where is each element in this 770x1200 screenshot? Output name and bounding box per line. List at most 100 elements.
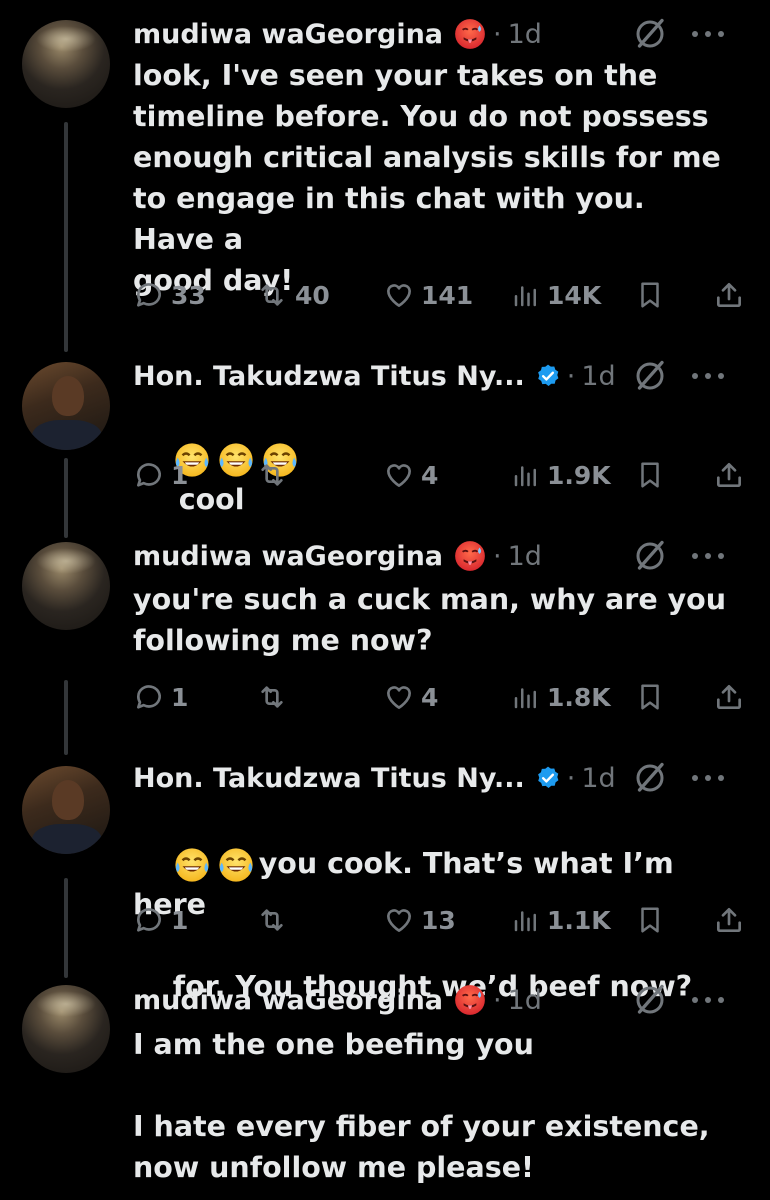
share-icon <box>713 459 745 491</box>
repost-icon <box>255 681 289 713</box>
laughing-emoji-icon <box>217 846 255 884</box>
heart-icon <box>383 459 415 491</box>
views-button[interactable]: 1.1K <box>511 900 611 940</box>
repost-icon <box>255 279 289 311</box>
more-options-icon[interactable] <box>690 29 726 39</box>
bookmark-button[interactable] <box>635 275 671 315</box>
grok-icon[interactable] <box>632 16 668 52</box>
action-bar: 33 40 141 14K <box>133 275 753 315</box>
like-count: 4 <box>421 460 439 490</box>
author-name[interactable]: Hon. Takudzwa Titus Ny... <box>133 763 525 794</box>
heart-icon <box>383 681 415 713</box>
timestamp[interactable]: 1d <box>508 985 542 1016</box>
avatar[interactable] <box>22 985 110 1073</box>
separator-dot: · <box>493 540 502 572</box>
tweet[interactable]: Hon. Takudzwa Titus Ny... · 1d cool 1 4 … <box>0 350 770 530</box>
avatar[interactable] <box>22 766 110 854</box>
grok-icon[interactable] <box>632 538 668 574</box>
bookmark-icon <box>635 904 665 936</box>
reply-count: 1 <box>171 682 189 712</box>
separator-dot: · <box>493 18 502 50</box>
like-button[interactable]: 4 <box>383 677 438 717</box>
author-name[interactable]: mudiwa waGeorgina <box>133 19 443 50</box>
more-options-icon[interactable] <box>690 995 726 1005</box>
reply-icon <box>133 904 165 936</box>
bookmark-button[interactable] <box>635 677 671 717</box>
timestamp[interactable]: 1d <box>508 19 542 50</box>
tweet-text: look, I've seen your takes on the timeli… <box>133 59 721 297</box>
reply-button[interactable]: 1 <box>133 455 188 495</box>
reply-icon <box>133 279 165 311</box>
hot-face-emoji-icon <box>453 539 487 573</box>
avatar[interactable] <box>22 362 110 450</box>
tweet-header: mudiwa waGeorgina · 1d <box>133 980 750 1020</box>
view-count: 1.1K <box>547 905 611 935</box>
reply-count: 1 <box>171 905 189 935</box>
repost-button[interactable] <box>255 900 295 940</box>
bookmark-button[interactable] <box>635 900 671 940</box>
share-icon <box>713 681 745 713</box>
repost-button[interactable] <box>255 677 295 717</box>
tweet[interactable]: mudiwa waGeorgina · 1d I am the one beef… <box>0 970 770 1200</box>
author-name[interactable]: Hon. Takudzwa Titus Ny... <box>133 361 525 392</box>
separator-dot: · <box>493 984 502 1016</box>
tweet-header: Hon. Takudzwa Titus Ny... · 1d <box>133 758 750 798</box>
grok-icon[interactable] <box>632 760 668 796</box>
share-button[interactable] <box>713 275 751 315</box>
like-button[interactable]: 4 <box>383 455 438 495</box>
views-icon <box>511 459 541 491</box>
share-icon <box>713 279 745 311</box>
more-options-icon[interactable] <box>690 371 726 381</box>
laughing-emoji-group <box>173 846 255 884</box>
repost-button[interactable] <box>255 455 295 495</box>
bookmark-button[interactable] <box>635 455 671 495</box>
heart-icon <box>383 279 415 311</box>
hot-face-emoji-icon <box>453 17 487 51</box>
tweet[interactable]: mudiwa waGeorgina · 1d look, I've seen y… <box>0 0 770 350</box>
separator-dot: · <box>566 360 576 392</box>
bookmark-icon <box>635 681 665 713</box>
views-button[interactable]: 14K <box>511 275 601 315</box>
author-name[interactable]: mudiwa waGeorgina <box>133 541 443 572</box>
bookmark-icon <box>635 459 665 491</box>
reply-icon <box>133 459 165 491</box>
views-button[interactable]: 1.8K <box>511 677 611 717</box>
reply-button[interactable]: 1 <box>133 900 188 940</box>
repost-icon <box>255 904 289 936</box>
like-button[interactable]: 13 <box>383 900 456 940</box>
more-options-icon[interactable] <box>690 773 726 783</box>
timestamp[interactable]: 1d <box>581 361 615 392</box>
laughing-emoji-icon <box>173 846 211 884</box>
grok-icon[interactable] <box>632 358 668 394</box>
more-options-icon[interactable] <box>690 551 726 561</box>
share-button[interactable] <box>713 900 751 940</box>
views-button[interactable]: 1.9K <box>511 455 611 495</box>
view-count: 14K <box>547 280 602 310</box>
tweet-header: mudiwa waGeorgina · 1d <box>133 536 750 576</box>
action-bar: 1 4 1.8K <box>133 677 753 717</box>
avatar[interactable] <box>22 20 110 108</box>
share-button[interactable] <box>713 455 751 495</box>
reply-button[interactable]: 33 <box>133 275 206 315</box>
views-icon <box>511 279 541 311</box>
verified-icon <box>535 765 561 791</box>
timestamp[interactable]: 1d <box>581 763 615 794</box>
timestamp[interactable]: 1d <box>508 541 542 572</box>
tweet[interactable]: Hon. Takudzwa Titus Ny... · 1d you cook.… <box>0 750 770 1003</box>
author-name[interactable]: mudiwa waGeorgina <box>133 985 443 1016</box>
separator-dot: · <box>566 762 576 794</box>
like-count: 141 <box>421 280 474 310</box>
share-button[interactable] <box>713 677 751 717</box>
like-count: 4 <box>421 682 439 712</box>
action-bar: 1 4 1.9K <box>133 455 753 495</box>
reply-button[interactable]: 1 <box>133 677 188 717</box>
like-button[interactable]: 141 <box>383 275 473 315</box>
repost-count: 40 <box>295 280 330 310</box>
tweet[interactable]: mudiwa waGeorgina · 1d you're such a cuc… <box>0 530 770 750</box>
grok-icon[interactable] <box>632 982 668 1018</box>
reply-count: 33 <box>171 280 206 310</box>
views-icon <box>511 904 541 936</box>
avatar[interactable] <box>22 542 110 630</box>
bookmark-icon <box>635 279 665 311</box>
repost-button[interactable]: 40 <box>255 275 330 315</box>
